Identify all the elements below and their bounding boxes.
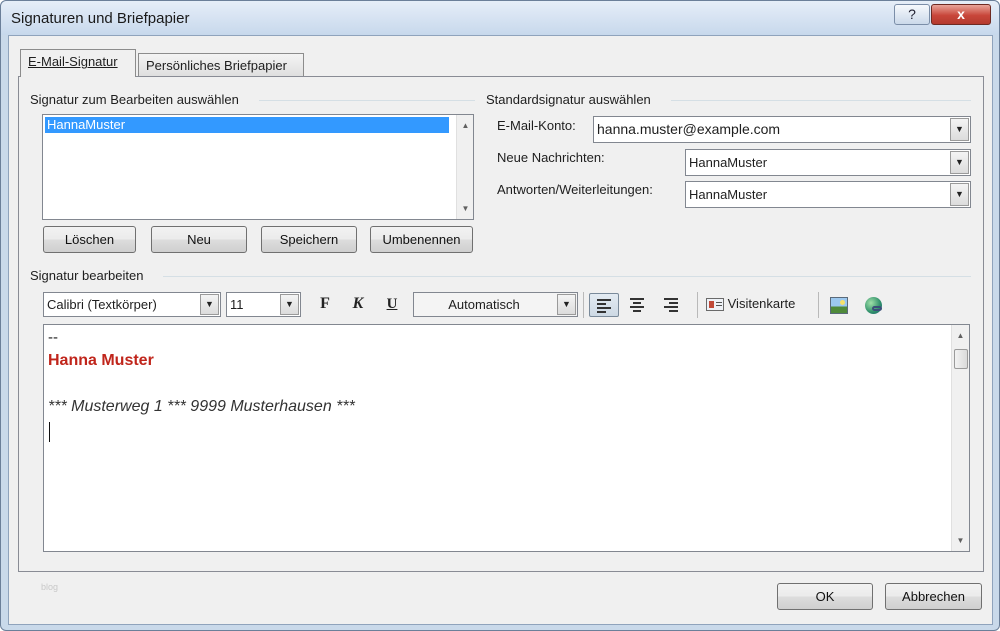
account-label: E-Mail-Konto: xyxy=(497,118,576,133)
font-size-select[interactable]: 11 ▼ xyxy=(226,292,301,317)
tab-email-signature-label: E-Mail-Signatur xyxy=(28,54,118,69)
italic-button[interactable]: K xyxy=(346,293,370,317)
signature-line-name: Hanna Muster xyxy=(48,352,154,369)
underline-button[interactable]: U xyxy=(380,293,404,317)
toolbar-separator xyxy=(818,292,819,318)
hyperlink-icon xyxy=(864,296,882,314)
signature-list-item[interactable]: HannaMuster xyxy=(45,117,449,133)
bold-button[interactable]: F xyxy=(313,293,337,317)
title-bar: Signaturen und Briefpapier ? x xyxy=(1,1,999,35)
align-right-button[interactable] xyxy=(657,293,685,317)
replies-label: Antworten/Weiterleitungen: xyxy=(497,182,653,197)
chevron-down-icon[interactable]: ▼ xyxy=(950,151,969,174)
help-button[interactable]: ? xyxy=(894,4,930,25)
group-divider xyxy=(259,100,475,101)
scroll-down-icon[interactable]: ▼ xyxy=(952,532,969,549)
signature-list-scrollbar[interactable]: ▲ ▼ xyxy=(456,115,473,219)
scroll-down-icon[interactable]: ▼ xyxy=(457,200,474,217)
chevron-down-icon[interactable]: ▼ xyxy=(557,294,576,315)
chevron-down-icon[interactable]: ▼ xyxy=(950,183,969,206)
new-button[interactable]: Neu xyxy=(151,226,247,253)
font-select-value: Calibri (Textkörper) xyxy=(47,297,157,312)
ok-button[interactable]: OK xyxy=(777,583,873,610)
new-messages-label: Neue Nachrichten: xyxy=(497,150,605,165)
watermark-text: blog xyxy=(41,582,59,592)
align-left-button[interactable] xyxy=(589,293,619,317)
font-color-select-value: Automatisch xyxy=(448,297,520,312)
group-divider xyxy=(163,276,971,277)
signature-line-address: *** Musterweg 1 *** 9999 Musterhausen **… xyxy=(48,398,355,415)
replies-select-value: HannaMuster xyxy=(689,187,768,202)
delete-button[interactable]: Löschen xyxy=(43,226,136,253)
scrollbar-thumb[interactable] xyxy=(954,349,968,369)
insert-picture-button[interactable] xyxy=(827,293,851,317)
insert-hyperlink-button[interactable] xyxy=(861,293,885,317)
signature-line-dashes: -- xyxy=(48,329,58,346)
align-left-icon xyxy=(597,297,611,315)
cancel-button[interactable]: Abbrechen xyxy=(885,583,982,610)
toolbar-separator xyxy=(583,292,584,318)
select-signature-heading: Signatur zum Bearbeiten auswählen xyxy=(30,92,239,107)
new-messages-select[interactable]: HannaMuster ▼ xyxy=(685,149,971,176)
replies-select[interactable]: HannaMuster ▼ xyxy=(685,181,971,208)
account-select-value: hanna.muster@example.com xyxy=(597,121,781,137)
business-card-icon xyxy=(706,298,724,312)
rename-button[interactable]: Umbenennen xyxy=(370,226,473,253)
scroll-up-icon[interactable]: ▲ xyxy=(952,327,969,344)
chevron-down-icon[interactable]: ▼ xyxy=(950,118,969,141)
picture-icon xyxy=(830,296,848,314)
scroll-up-icon[interactable]: ▲ xyxy=(457,117,474,134)
save-button[interactable]: Speichern xyxy=(261,226,357,253)
window-title: Signaturen und Briefpapier xyxy=(11,10,190,27)
business-card-label: Visitenkarte xyxy=(727,296,796,311)
new-messages-select-value: HannaMuster xyxy=(689,155,768,170)
close-button[interactable]: x xyxy=(931,4,991,25)
chevron-down-icon[interactable]: ▼ xyxy=(200,294,219,315)
toolbar-separator xyxy=(697,292,698,318)
tab-email-signature[interactable]: E-Mail-Signatur xyxy=(20,49,136,77)
align-right-icon xyxy=(664,296,678,314)
font-color-select[interactable]: Automatisch ▼ xyxy=(413,292,578,317)
font-select[interactable]: Calibri (Textkörper) ▼ xyxy=(43,292,221,317)
tab-personal-stationery-label: Persönliches Briefpapier xyxy=(146,58,287,73)
text-cursor xyxy=(49,422,50,442)
business-card-button[interactable]: Visitenkarte xyxy=(706,293,810,317)
align-center-icon xyxy=(630,296,644,314)
font-size-select-value: 11 xyxy=(230,297,244,312)
signature-editor[interactable]: -- Hanna Muster *** Musterweg 1 *** 9999… xyxy=(43,324,970,552)
dialog-client-area: E-Mail-Signatur Persönliches Briefpapier… xyxy=(8,35,993,625)
dialog-window: Signaturen und Briefpapier ? x E-Mail-Si… xyxy=(0,0,1000,631)
group-divider xyxy=(671,100,971,101)
edit-signature-heading: Signatur bearbeiten xyxy=(30,268,144,283)
signature-list[interactable]: HannaMuster ▲ ▼ xyxy=(42,114,474,220)
default-signature-heading: Standardsignatur auswählen xyxy=(486,92,651,107)
align-center-button[interactable] xyxy=(623,293,651,317)
account-select[interactable]: hanna.muster@example.com ▼ xyxy=(593,116,971,143)
editor-scrollbar[interactable]: ▲ ▼ xyxy=(951,325,969,551)
chevron-down-icon[interactable]: ▼ xyxy=(280,294,299,315)
